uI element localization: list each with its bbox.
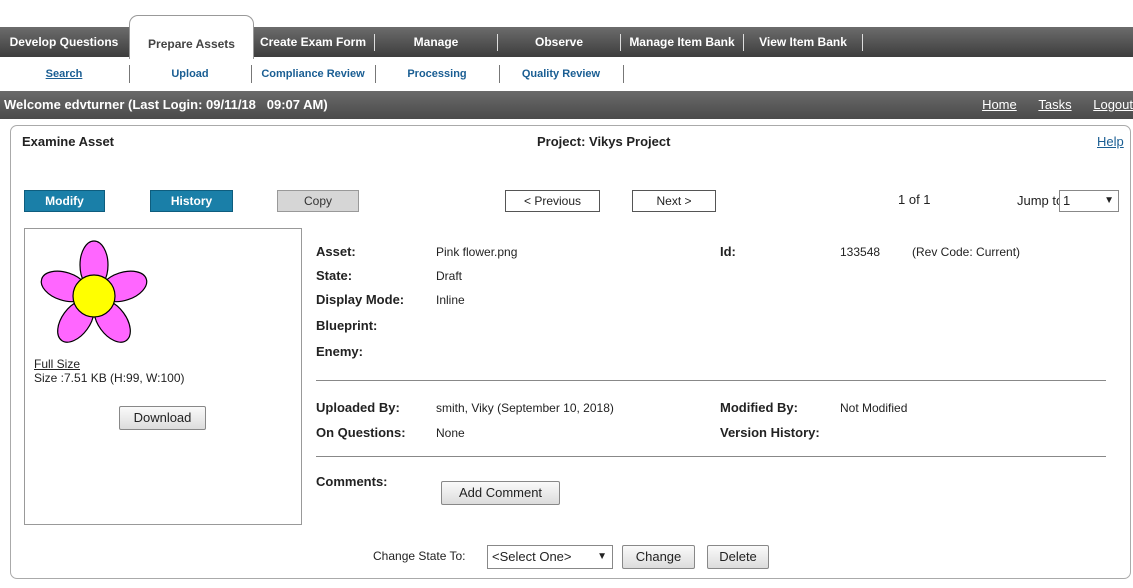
page-title: Examine Asset: [22, 134, 115, 149]
jump-to-label: Jump to: [1017, 193, 1064, 208]
tab-view-item-bank[interactable]: View Item Bank: [744, 27, 862, 57]
display-mode-label: Display Mode:: [316, 292, 405, 307]
full-size-link[interactable]: Full Size: [34, 357, 80, 371]
blueprint-label: Blueprint:: [316, 318, 378, 333]
chevron-down-icon: ▼: [1104, 195, 1114, 206]
add-comment-button[interactable]: Add Comment: [441, 481, 560, 505]
user-links: Home Tasks Logout: [964, 91, 1133, 119]
asset-size: Size :7.51 KB (H:99, W:100): [34, 371, 185, 385]
comments-label: Comments:: [316, 474, 388, 489]
uploaded-by-label: Uploaded By:: [316, 400, 400, 415]
next-button[interactable]: Next >: [632, 190, 716, 212]
help-link[interactable]: Help: [1097, 134, 1124, 149]
home-link[interactable]: Home: [982, 97, 1017, 112]
welcome-bar: Welcome edvturner (Last Login: 09/11/18 …: [0, 91, 1133, 119]
id-label: Id:: [720, 244, 736, 259]
divider: [316, 456, 1106, 457]
change-button[interactable]: Change: [622, 545, 695, 569]
tab-manage[interactable]: Manage: [375, 27, 497, 57]
subnav-quality-review[interactable]: Quality Review: [500, 59, 622, 89]
change-state-label: Change State To:: [373, 549, 466, 563]
chevron-down-icon: ▼: [597, 551, 607, 562]
subnav-search[interactable]: Search: [0, 59, 128, 89]
asset-value: Pink flower.png: [436, 245, 518, 259]
subnav-upload[interactable]: Upload: [130, 59, 250, 89]
modified-by-value: Not Modified: [840, 401, 908, 415]
state-value: Draft: [436, 269, 463, 283]
jump-to-value: 1: [1063, 193, 1071, 208]
divider: [316, 380, 1106, 381]
asset-label: Asset:: [316, 244, 356, 259]
subnav-processing[interactable]: Processing: [376, 59, 498, 89]
welcome-text: Welcome edvturner (Last Login: 09/11/18 …: [4, 97, 328, 112]
jump-to-select[interactable]: 1 ▼: [1059, 190, 1119, 212]
copy-button[interactable]: Copy: [277, 190, 359, 212]
tab-create-exam-form[interactable]: Create Exam Form: [252, 27, 374, 57]
tab-develop-questions[interactable]: Develop Questions: [0, 27, 128, 57]
sub-nav: Search Upload Compliance Review Processi…: [0, 59, 1133, 89]
tab-observe[interactable]: Observe: [498, 27, 620, 57]
state-label: State:: [316, 268, 353, 283]
delete-button[interactable]: Delete: [707, 545, 769, 569]
history-button[interactable]: History: [150, 190, 233, 212]
rev-code: (Rev Code: Current): [912, 245, 1021, 259]
subnav-compliance-review[interactable]: Compliance Review: [252, 59, 374, 89]
download-button[interactable]: Download: [119, 406, 206, 430]
version-history-label: Version History:: [720, 425, 820, 440]
flower-image: [40, 240, 148, 343]
nav-divider: [862, 34, 863, 51]
subnav-divider: [623, 65, 624, 83]
on-questions-value: None: [436, 426, 465, 440]
display-mode-value: Inline: [436, 293, 465, 307]
tab-prepare-assets[interactable]: Prepare Assets: [129, 15, 254, 60]
modify-button[interactable]: Modify: [24, 190, 105, 212]
previous-button[interactable]: < Previous: [505, 190, 600, 212]
modified-by-label: Modified By:: [720, 400, 798, 415]
uploaded-by-value: smith, Viky (September 10, 2018): [436, 401, 614, 415]
tab-manage-item-bank[interactable]: Manage Item Bank: [621, 27, 743, 57]
id-value: 133548: [840, 245, 881, 259]
tasks-link[interactable]: Tasks: [1038, 97, 1071, 112]
logout-link[interactable]: Logout: [1093, 97, 1133, 112]
record-count: 1 of 1: [898, 192, 931, 207]
enemy-label: Enemy:: [316, 344, 363, 359]
change-state-value: <Select One>: [492, 549, 572, 564]
on-questions-label: On Questions:: [316, 425, 406, 440]
change-state-select[interactable]: <Select One> ▼: [487, 545, 613, 569]
project-title: Project: Vikys Project: [537, 134, 671, 149]
